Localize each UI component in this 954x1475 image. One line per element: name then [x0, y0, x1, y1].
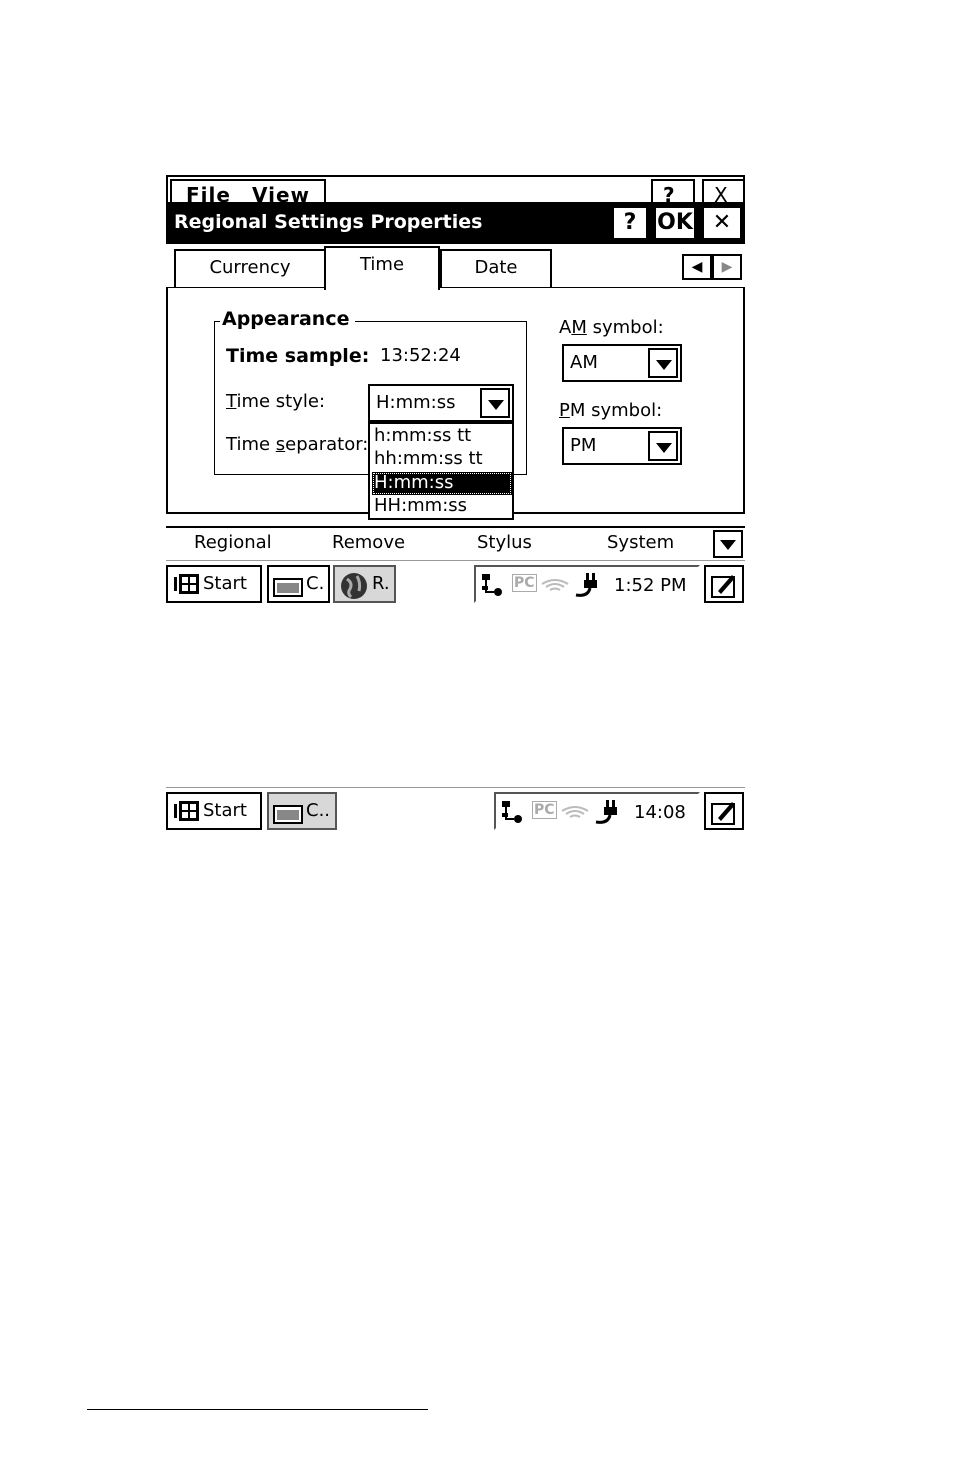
chevron-down-icon[interactable]: [480, 388, 510, 418]
tab-scroll-left-icon[interactable]: ◀: [682, 254, 712, 280]
start-label: Start: [203, 573, 247, 594]
regional-settings-screen: File View ? X Regional Settings Properti…: [166, 175, 745, 607]
dropdown-option[interactable]: hh:mm:ss tt: [372, 448, 512, 471]
am-symbol-select[interactable]: AM: [562, 344, 682, 382]
pm-symbol-label: PM symbol:: [559, 400, 662, 421]
close-button[interactable]: ✕: [702, 206, 742, 240]
command-regional[interactable]: Regional: [194, 532, 272, 553]
pm-symbol-value: PM: [570, 435, 597, 456]
pm-label-post: M symbol:: [569, 400, 663, 421]
time-style-select[interactable]: H:mm:ss: [368, 384, 514, 422]
pm-symbol-select[interactable]: PM: [562, 427, 682, 465]
network-connection-icon[interactable]: [480, 572, 506, 602]
time-separator-label-pre: Time: [226, 434, 276, 455]
background-app-menubar: File View ? X: [166, 175, 745, 202]
input-panel-button[interactable]: [704, 792, 744, 830]
taskbar-clock[interactable]: 1:52 PM: [614, 575, 687, 596]
taskbar-task-c[interactable]: C.: [267, 565, 330, 603]
am-label-pre: A: [559, 317, 572, 338]
time-style-label: Time style:: [226, 391, 325, 412]
background-help-button[interactable]: ?: [651, 179, 695, 202]
time-separator-label-post: eparator:: [285, 434, 369, 455]
taskbar-task-c[interactable]: C..: [267, 792, 337, 830]
command-stylus[interactable]: Stylus: [477, 532, 532, 553]
power-plug-icon[interactable]: [594, 798, 620, 830]
task-r-label: R.: [372, 573, 390, 594]
pen-input-icon: [710, 798, 738, 838]
time-sample-value: 13:52:24: [380, 345, 461, 366]
folder-window-icon: [273, 575, 303, 609]
am-label-post: symbol:: [586, 317, 664, 338]
windows-start-icon: [173, 799, 201, 837]
menu-file[interactable]: File: [186, 183, 231, 202]
power-plug-icon[interactable]: [574, 571, 600, 603]
task-c-label: C..: [306, 800, 331, 821]
tab-strip: Currency Time Date ◀ ▶: [166, 244, 745, 290]
am-symbol-label: AM symbol:: [559, 317, 664, 338]
dropdown-option-selected[interactable]: H:mm:ss: [372, 472, 512, 495]
start-label: Start: [203, 800, 247, 821]
pm-label-accel: P: [559, 400, 570, 421]
wireless-icon[interactable]: [560, 803, 590, 823]
am-symbol-value: AM: [570, 352, 598, 373]
network-connection-icon[interactable]: [500, 799, 526, 829]
dropdown-option[interactable]: h:mm:ss tt: [372, 425, 512, 448]
time-style-value: H:mm:ss: [376, 392, 456, 413]
time-style-label-post: ime style:: [236, 391, 326, 412]
tab-currency[interactable]: Currency: [174, 249, 326, 287]
command-system[interactable]: System: [607, 532, 674, 553]
pc-connection-icon[interactable]: PC: [512, 574, 537, 592]
taskbar-task-r[interactable]: R.: [333, 565, 396, 603]
time-sample-label: Time sample:: [226, 345, 370, 367]
time-style-dropdown-list: h:mm:ss tt hh:mm:ss tt H:mm:ss HH:mm:ss: [368, 422, 514, 520]
appearance-group-label: Appearance: [220, 308, 356, 330]
system-tray: PC 14:08: [494, 792, 700, 830]
wireless-icon[interactable]: [540, 576, 570, 596]
footnote-rule: [87, 1409, 428, 1410]
start-button[interactable]: Start: [166, 565, 262, 603]
am-label-accel: M: [571, 317, 587, 338]
background-close-button[interactable]: X: [702, 179, 743, 202]
tab-time[interactable]: Time: [324, 246, 440, 290]
taskbar-clock[interactable]: 14:08: [634, 802, 686, 823]
dialog-titlebar: Regional Settings Properties ? OK ✕: [166, 202, 745, 244]
task-c-label: C.: [306, 573, 325, 594]
windows-start-icon: [173, 572, 201, 610]
input-panel-button[interactable]: [704, 565, 744, 603]
start-button[interactable]: Start: [166, 792, 262, 830]
system-tray: PC 1:52 PM: [474, 565, 700, 603]
tab-scroll-right-icon[interactable]: ▶: [712, 254, 742, 280]
folder-window-icon: [273, 802, 303, 836]
command-remove[interactable]: Remove: [332, 532, 405, 553]
taskbar: Start C. R. PC 1:52 PM: [166, 560, 745, 604]
time-separator-label: Time separator:: [226, 434, 368, 455]
background-close-label: X: [714, 183, 728, 202]
pen-input-icon: [710, 571, 738, 611]
globe-icon: [339, 571, 369, 613]
ok-button[interactable]: OK: [654, 206, 696, 240]
chevron-down-icon[interactable]: [648, 348, 678, 378]
dropdown-option[interactable]: HH:mm:ss: [372, 495, 512, 518]
help-button[interactable]: ?: [612, 206, 648, 240]
chevron-down-icon[interactable]: [713, 530, 743, 558]
pc-connection-icon[interactable]: PC: [532, 801, 557, 819]
tab-date[interactable]: Date: [440, 249, 552, 287]
command-bar: Regional Remove Stylus System: [166, 528, 745, 560]
chevron-down-icon[interactable]: [648, 431, 678, 461]
taskbar-24h: Start C.. PC 14:08: [166, 787, 745, 831]
menu-view[interactable]: View: [252, 183, 310, 202]
background-help-label: ?: [663, 183, 675, 202]
dialog-title: Regional Settings Properties: [174, 211, 483, 233]
time-separator-label-accel: s: [275, 434, 286, 455]
time-style-label-accel: T: [226, 391, 237, 412]
